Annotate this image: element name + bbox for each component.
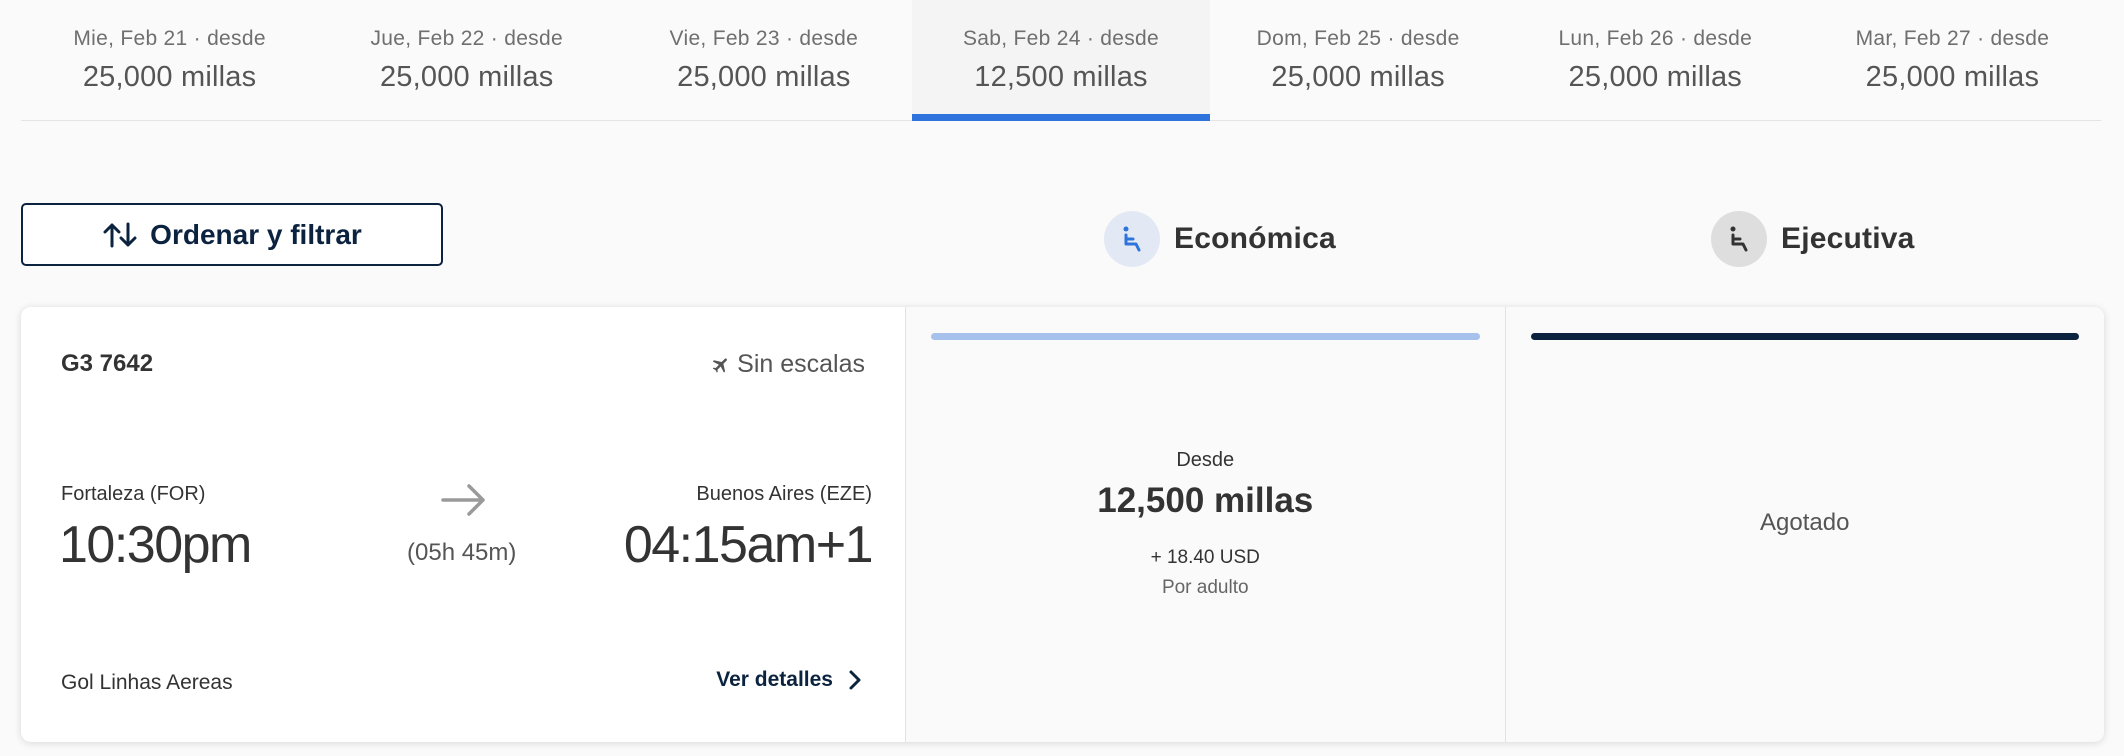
date-tab-label: Dom, Feb 25 · desde — [1256, 27, 1460, 50]
flight-number: G3 7642 — [61, 350, 154, 377]
fare-from-label: Desde — [1176, 449, 1235, 471]
cabin-header-business: Ejecutiva — [1711, 211, 1915, 267]
cabin-header-economy: Económica — [1104, 211, 1336, 267]
date-tab-feb-21[interactable]: Mie, Feb 21 · desde 25,000 millas — [21, 0, 318, 120]
cabin-label-business: Ejecutiva — [1781, 222, 1915, 255]
flight-info: G3 7642 Sin escalas Fortaleza (FOR) 10:3… — [21, 307, 906, 742]
fare-taxes: + 18.40 USD — [1150, 547, 1260, 568]
plane-icon — [712, 357, 728, 373]
date-tab-label: Jue, Feb 22 · desde — [370, 27, 563, 50]
date-tab-label: Mie, Feb 21 · desde — [73, 27, 266, 50]
fare-soldout: Agotado — [1760, 509, 1850, 536]
view-details-label: Ver detalles — [716, 668, 833, 691]
date-tab-price: 25,000 millas — [677, 61, 851, 93]
date-tab-price: 25,000 millas — [379, 61, 554, 93]
fare-bar-economy — [931, 333, 1480, 340]
sort-filter-button[interactable]: Ordenar y filtrar — [21, 203, 443, 266]
date-tab-label: Lun, Feb 26 · desde — [1558, 27, 1753, 50]
date-tab-feb-23[interactable]: Vie, Feb 23 · desde 25,000 millas — [615, 0, 912, 120]
date-tab-price: 12,500 millas — [974, 61, 1148, 93]
seat-icon — [1711, 211, 1767, 267]
sort-filter-label: Ordenar y filtrar — [150, 218, 362, 250]
date-tab-feb-22[interactable]: Jue, Feb 22 · desde 25,000 millas — [318, 0, 615, 120]
cabin-label-economy: Económica — [1174, 222, 1336, 255]
date-tab-label: Vie, Feb 23 · desde — [669, 27, 859, 50]
fare-per-adult: Por adulto — [1161, 577, 1249, 598]
stops-info: Sin escalas — [711, 350, 865, 379]
stops-label: Sin escalas — [737, 350, 865, 378]
origin-airport: Fortaleza (FOR) — [61, 483, 206, 505]
date-tab-price: 25,000 millas — [1568, 61, 1743, 93]
fare-business: Agotado — [1504, 307, 2104, 742]
airline-name: Gol Linhas Aereas — [61, 671, 233, 694]
date-tabs: Mie, Feb 21 · desde 25,000 millas Jue, F… — [21, 0, 2101, 121]
date-tab-price: 25,000 millas — [82, 61, 257, 93]
arrival-time: 04:15am+1 — [623, 516, 874, 574]
date-tab-feb-25[interactable]: Dom, Feb 25 · desde 25,000 millas — [1210, 0, 1507, 120]
seat-icon — [1104, 211, 1160, 267]
date-tab-label: Sab, Feb 24 · desde — [962, 27, 1159, 50]
fare-price: 12,500 millas — [1097, 481, 1314, 520]
date-tab-feb-24[interactable]: Sab, Feb 24 · desde 12,500 millas — [912, 0, 1210, 121]
view-details-link[interactable]: Ver detalles — [716, 668, 865, 692]
date-tab-feb-26[interactable]: Lun, Feb 26 · desde 25,000 millas — [1507, 0, 1804, 120]
flight-card: G3 7642 Sin escalas Fortaleza (FOR) 10:3… — [21, 307, 2104, 742]
sort-arrows-icon — [103, 222, 137, 247]
date-tab-underline — [912, 114, 1210, 121]
date-tab-feb-27[interactable]: Mar, Feb 27 · desde 25,000 millas — [1804, 0, 2101, 120]
arrow-right-icon — [441, 484, 485, 516]
fare-economy[interactable]: Desde 12,500 millas + 18.40 USD Por adul… — [906, 307, 1505, 742]
destination-airport: Buenos Aires (EZE) — [696, 483, 872, 505]
chevron-right-icon — [849, 670, 861, 690]
date-tab-price: 25,000 millas — [1271, 61, 1445, 93]
departure-time: 10:30pm — [59, 516, 252, 574]
flight-duration: (05h 45m) — [407, 539, 517, 566]
date-tab-price: 25,000 millas — [1865, 61, 2040, 93]
fare-bar-business — [1530, 333, 2079, 340]
date-tab-label: Mar, Feb 27 · desde — [1855, 27, 2050, 50]
